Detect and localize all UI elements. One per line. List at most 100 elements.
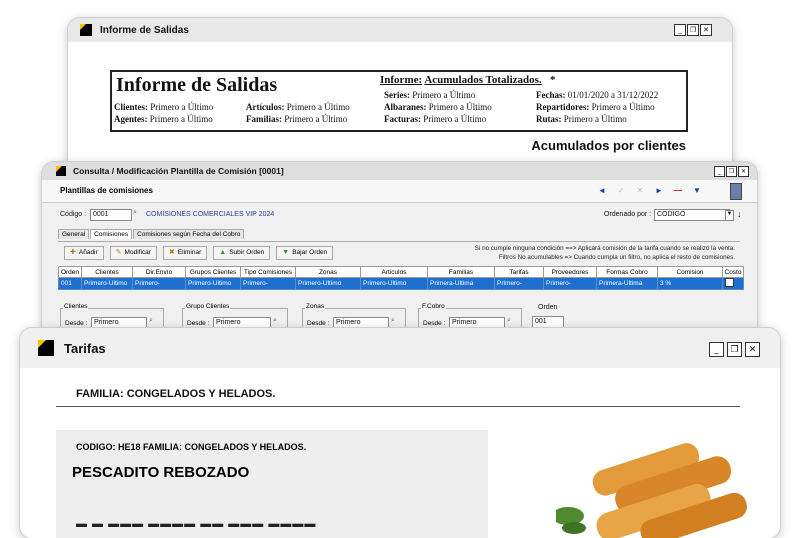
search-icon[interactable]: ⌕ bbox=[507, 317, 517, 327]
codigo-description: COMISIONES COMERCIALES VIP 2024 bbox=[146, 211, 275, 218]
cell-tarifas[interactable]: Primero- bbox=[494, 277, 544, 290]
cell-orden[interactable]: 001 bbox=[58, 277, 82, 290]
delete-icon[interactable]: — bbox=[674, 186, 682, 195]
report-subtitle: Acumulados por clientes bbox=[531, 138, 686, 153]
col-costo[interactable]: Costo bbox=[722, 266, 744, 278]
cell-costo[interactable] bbox=[722, 277, 744, 290]
restore-icon[interactable]: ❐ bbox=[687, 24, 699, 36]
book-icon[interactable] bbox=[730, 183, 742, 200]
minimize-icon[interactable]: _ bbox=[709, 342, 724, 357]
filter-clientes-caption: Clientes bbox=[63, 303, 89, 310]
tarifas-titlebar: Tarifas _ ❐ ✕ bbox=[20, 328, 780, 368]
cell-grupos-clientes[interactable]: Primero-Ultimo bbox=[185, 277, 241, 290]
restore-icon[interactable]: ❐ bbox=[727, 342, 742, 357]
move-down-button[interactable]: ▼ Bajar Orden bbox=[276, 246, 334, 260]
arrow-left-icon[interactable]: ◄ bbox=[598, 186, 606, 195]
familia-heading: FAMILIA: CONGELADOS Y HELADOS. bbox=[76, 388, 276, 400]
filter-fcobro-desde: Desde : bbox=[423, 320, 446, 327]
filter-fechas: Fechas: 01/01/2020 a 31/12/2022 bbox=[536, 90, 659, 100]
filter-articulos: Artículos: Primero a Último bbox=[246, 102, 350, 112]
col-zonas[interactable]: Zonas bbox=[295, 266, 361, 278]
report-title: Informe de Salidas bbox=[116, 74, 278, 96]
logo-icon bbox=[38, 340, 54, 356]
parsley-leaf bbox=[562, 522, 586, 534]
add-button[interactable]: ✚ Añadir bbox=[64, 246, 104, 260]
col-tipo-comisiones[interactable]: Tipo Comisiones bbox=[240, 266, 296, 278]
tab-comisiones[interactable]: Comisiones bbox=[90, 229, 133, 239]
edit-icon: ✎ bbox=[115, 249, 122, 256]
close-icon[interactable]: ✕ bbox=[700, 24, 712, 36]
check-icon[interactable]: ✓ bbox=[617, 186, 625, 195]
search-icon[interactable]: ⌕ bbox=[133, 209, 143, 219]
familia-divider bbox=[56, 406, 740, 407]
logo-icon bbox=[80, 24, 92, 36]
orden-field[interactable]: 001 bbox=[532, 316, 564, 328]
col-tarifas[interactable]: Tarifas bbox=[494, 266, 544, 278]
arrow-down-icon: ▼ bbox=[282, 249, 290, 256]
cell-tipo-comisiones[interactable]: Primero- bbox=[240, 277, 296, 290]
comision-grid: Orden Clientes Dir.Envío Grupos Clientes… bbox=[58, 266, 744, 290]
table-row[interactable]: 001 Primero-Ultimo Primero- Primero-Ulti… bbox=[58, 277, 744, 290]
comision-window: Consulta / Modificación Plantilla de Com… bbox=[42, 162, 757, 350]
filter-repartidores: Repartidores: Primero a Último bbox=[536, 102, 655, 112]
tab-general[interactable]: General bbox=[58, 229, 90, 239]
product-card: CODIGO: HE18 FAMILIA: CONGELADOS Y HELAD… bbox=[56, 430, 488, 538]
tabs-divider bbox=[58, 241, 740, 242]
col-dir-envio[interactable]: Dir.Envío bbox=[132, 266, 186, 278]
cell-formas-cobro[interactable]: Primera-Ultima bbox=[596, 277, 658, 290]
cell-dir-envio[interactable]: Primero- bbox=[132, 277, 186, 290]
informe-line: Informe: Acumulados Totalizados. * bbox=[380, 74, 555, 86]
tab-fecha-cobro[interactable]: Comisiones según Fecha del Cobro bbox=[133, 229, 245, 239]
close-icon[interactable]: ✕ bbox=[738, 166, 749, 177]
cell-familias[interactable]: Primera-Ultima bbox=[427, 277, 495, 290]
tarifas-window-title: Tarifas bbox=[64, 340, 106, 356]
cancel-icon[interactable]: ✕ bbox=[636, 186, 644, 195]
ordenado-select[interactable]: CODIGO bbox=[654, 209, 730, 221]
cell-zonas[interactable]: Primero-Ultimo bbox=[295, 277, 361, 290]
report-header-box: Informe de Salidas Informe: Acumulados T… bbox=[110, 70, 688, 132]
filter-agentes: Agentes: Primero a Último bbox=[114, 114, 213, 124]
delete-icon: ✖ bbox=[168, 249, 175, 256]
chevron-down-icon[interactable]: ▼ bbox=[725, 210, 734, 221]
salidas-window-title: Informe de Salidas bbox=[100, 24, 189, 36]
costo-checkbox[interactable] bbox=[725, 278, 734, 287]
product-name: PESCADITO REBOZADO bbox=[72, 464, 250, 481]
codigo-field[interactable]: 0001 bbox=[90, 209, 132, 221]
col-articulos[interactable]: Articulos bbox=[360, 266, 428, 278]
move-up-button[interactable]: ▲ Subir Orden bbox=[213, 246, 271, 260]
col-proveedores[interactable]: Proveedores bbox=[543, 266, 597, 278]
delete-button[interactable]: ✖ Eliminar bbox=[162, 246, 208, 260]
search-icon[interactable]: ⌕ bbox=[391, 317, 401, 327]
arrow-right-icon[interactable]: ► bbox=[655, 186, 663, 195]
minimize-icon[interactable]: _ bbox=[674, 24, 686, 36]
arrow-up-icon: ▲ bbox=[219, 249, 227, 256]
tarifas-window: Tarifas _ ❐ ✕ FAMILIA: CONGELADOS Y HELA… bbox=[20, 328, 780, 538]
restore-icon[interactable]: ❐ bbox=[726, 166, 737, 177]
col-comision[interactable]: Comision bbox=[657, 266, 723, 278]
comision-header: Plantillas de comisiones ◄ ✓ ✕ ► — ▼ bbox=[42, 180, 757, 203]
cell-proveedores[interactable]: Primero- bbox=[543, 277, 597, 290]
cell-comision[interactable]: 3 % bbox=[657, 277, 723, 290]
col-orden[interactable]: Orden bbox=[58, 266, 82, 278]
filter-grupo-caption: Grupo Clientes bbox=[185, 303, 231, 310]
product-prices-clipped: ▬ ▬ ▬▬▬ ▬▬▬▬ ▬▬ ▬▬▬ ▬▬▬▬ bbox=[76, 518, 317, 530]
col-grupos-clientes[interactable]: Grupos Clientes bbox=[185, 266, 241, 278]
close-icon[interactable]: ✕ bbox=[745, 342, 760, 357]
orden-label: Orden bbox=[538, 304, 558, 311]
parsley-leaf bbox=[556, 507, 584, 525]
cell-clientes[interactable]: Primero-Ultimo bbox=[81, 277, 133, 290]
informe-label: Informe: bbox=[380, 74, 423, 86]
col-clientes[interactable]: Clientes bbox=[81, 266, 133, 278]
arrow-down-icon[interactable]: ↓ bbox=[737, 209, 742, 219]
search-icon[interactable]: ⌕ bbox=[149, 317, 159, 327]
chevron-down-icon[interactable]: ▼ bbox=[693, 186, 701, 195]
product-meta: CODIGO: HE18 FAMILIA: CONGELADOS Y HELAD… bbox=[76, 442, 307, 452]
minimize-icon[interactable]: _ bbox=[714, 166, 725, 177]
col-familias[interactable]: Familias bbox=[427, 266, 495, 278]
modify-button[interactable]: ✎ Modificar bbox=[109, 246, 157, 260]
cell-articulos[interactable]: Primero-Ultimo bbox=[360, 277, 428, 290]
search-icon[interactable]: ⌕ bbox=[273, 317, 283, 327]
fish-finger-stack bbox=[592, 443, 747, 538]
filter-series: Series: Primero a Último bbox=[384, 90, 476, 100]
col-formas-cobro[interactable]: Formas Cobro bbox=[596, 266, 658, 278]
